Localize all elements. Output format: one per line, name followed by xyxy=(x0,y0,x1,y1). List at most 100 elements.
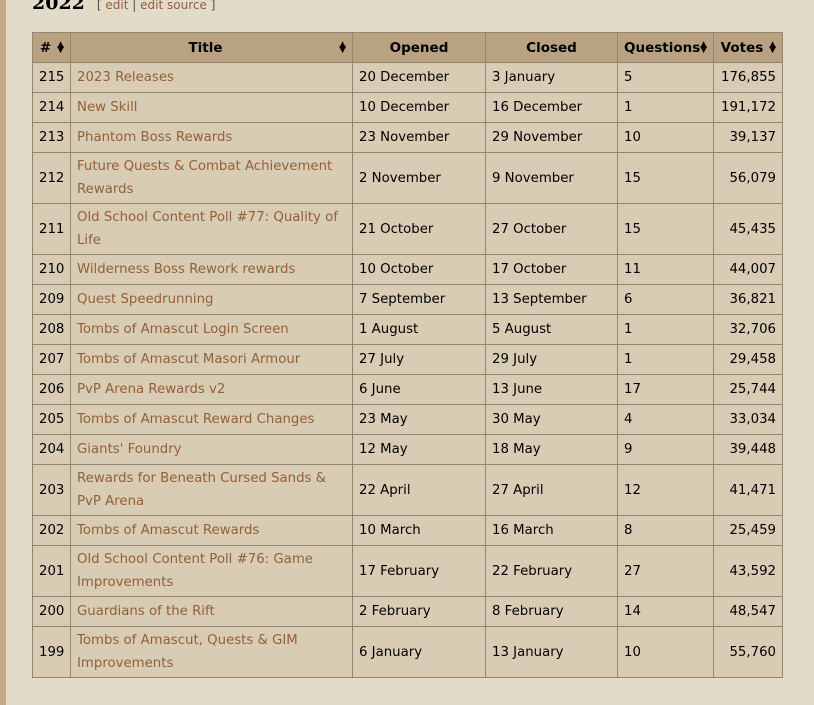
poll-opened-cell: 27 July xyxy=(352,344,486,375)
table-row: 207 Tombs of Amascut Masori Armour 27 July… xyxy=(32,344,783,375)
column-header-closed: Closed xyxy=(485,32,618,63)
poll-votes-cell: 43,592 xyxy=(713,545,783,597)
poll-number-cell: 201 xyxy=(32,545,71,597)
poll-votes-cell: 32,706 xyxy=(713,314,783,345)
poll-title-cell: PvP Arena Rewards v2 xyxy=(70,374,353,405)
poll-title-cell: Guardians of the Rift xyxy=(70,596,353,627)
poll-number-cell: 203 xyxy=(32,464,71,516)
poll-questions-cell: 14 xyxy=(617,596,714,627)
table-row: 205 Tombs of Amascut Reward Changes 23 May… xyxy=(32,404,783,435)
poll-votes-cell: 39,137 xyxy=(713,122,783,153)
poll-questions-cell: 17 xyxy=(617,374,714,405)
poll-number-cell: 212 xyxy=(32,152,71,204)
poll-title-cell: Phantom Boss Rewards xyxy=(70,122,353,153)
poll-votes-cell: 25,459 xyxy=(713,515,783,546)
column-header-votes[interactable]: Votes ▲ ▼ xyxy=(713,32,783,63)
poll-votes-cell: 56,079 xyxy=(713,152,783,204)
poll-title-link[interactable]: Phantom Boss Rewards xyxy=(77,130,232,145)
table-row: 199 Tombs of Amascut, Quests & GIM Improv… xyxy=(32,626,783,678)
poll-opened-cell: 7 September xyxy=(352,284,486,315)
poll-closed-cell: 27 October xyxy=(485,203,618,255)
poll-title-link[interactable]: Tombs of Amascut, Quests & GIM Improveme… xyxy=(77,633,298,671)
poll-number-cell: 211 xyxy=(32,203,71,255)
column-header-opened: Opened xyxy=(352,32,486,63)
poll-number-cell: 214 xyxy=(32,92,71,123)
poll-questions-cell: 11 xyxy=(617,254,714,285)
poll-title-link[interactable]: Old School Content Poll #77: Quality of … xyxy=(77,210,338,248)
poll-opened-cell: 22 April xyxy=(352,464,486,516)
section-title: 2022 xyxy=(32,0,85,14)
edit-source-link[interactable]: edit source xyxy=(140,0,207,12)
poll-title-cell: Old School Content Poll #77: Quality of … xyxy=(70,203,353,255)
poll-title-link[interactable]: Tombs of Amascut Login Screen xyxy=(77,322,289,337)
poll-questions-cell: 1 xyxy=(617,314,714,345)
poll-votes-cell: 29,458 xyxy=(713,344,783,375)
poll-title-cell: Tombs of Amascut Reward Changes xyxy=(70,404,353,435)
poll-questions-cell: 12 xyxy=(617,464,714,516)
poll-title-cell: Tombs of Amascut Login Screen xyxy=(70,314,353,345)
poll-title-link[interactable]: Future Quests & Combat Achievement Rewar… xyxy=(77,159,332,197)
page-content: 2022 [ edit | edit source ] # ▲ ▼ Title … xyxy=(6,0,814,705)
column-header-title[interactable]: Title ▲ ▼ xyxy=(70,32,353,63)
poll-number-cell: 208 xyxy=(32,314,71,345)
poll-closed-cell: 18 May xyxy=(485,434,618,465)
column-header-number[interactable]: # ▲ ▼ xyxy=(32,32,71,63)
poll-votes-cell: 41,471 xyxy=(713,464,783,516)
poll-closed-cell: 13 September xyxy=(485,284,618,315)
poll-opened-cell: 20 December xyxy=(352,62,486,93)
poll-closed-cell: 3 January xyxy=(485,62,618,93)
sort-arrows-icon[interactable]: ▲ ▼ xyxy=(339,40,346,54)
poll-title-link[interactable]: Tombs of Amascut Masori Armour xyxy=(77,352,300,367)
poll-questions-cell: 8 xyxy=(617,515,714,546)
poll-title-link[interactable]: PvP Arena Rewards v2 xyxy=(77,382,225,397)
poll-questions-cell: 4 xyxy=(617,404,714,435)
poll-votes-cell: 36,821 xyxy=(713,284,783,315)
poll-closed-cell: 27 April xyxy=(485,464,618,516)
column-header-questions[interactable]: Questions ▲ ▼ xyxy=(617,32,714,63)
poll-opened-cell: 12 May xyxy=(352,434,486,465)
poll-title-link[interactable]: Tombs of Amascut Rewards xyxy=(77,523,259,538)
poll-votes-cell: 25,744 xyxy=(713,374,783,405)
sort-arrows-icon[interactable]: ▲ ▼ xyxy=(769,40,776,54)
poll-title-link[interactable]: Tombs of Amascut Reward Changes xyxy=(77,412,314,427)
poll-opened-cell: 10 March xyxy=(352,515,486,546)
table-row: 208 Tombs of Amascut Login Screen 1 August… xyxy=(32,314,783,345)
poll-closed-cell: 13 January xyxy=(485,626,618,678)
table-row: 204 Giants' Foundry 12 May 18 May 9 39,448 xyxy=(32,434,783,465)
poll-questions-cell: 5 xyxy=(617,62,714,93)
poll-votes-cell: 39,448 xyxy=(713,434,783,465)
poll-votes-cell: 45,435 xyxy=(713,203,783,255)
poll-title-link[interactable]: Wilderness Boss Rework rewards xyxy=(77,262,295,277)
table-row: 211 Old School Content Poll #77: Quality … xyxy=(32,203,783,255)
table-row: 201 Old School Content Poll #76: Game Imp… xyxy=(32,545,783,597)
sort-arrows-icon[interactable]: ▲ ▼ xyxy=(57,40,64,54)
edit-link[interactable]: edit xyxy=(105,0,128,12)
poll-closed-cell: 22 February xyxy=(485,545,618,597)
poll-closed-cell: 5 August xyxy=(485,314,618,345)
poll-title-cell: Rewards for Beneath Cursed Sands & PvP A… xyxy=(70,464,353,516)
poll-title-link[interactable]: New Skill xyxy=(77,100,137,115)
poll-number-cell: 200 xyxy=(32,596,71,627)
poll-opened-cell: 2 February xyxy=(352,596,486,627)
poll-votes-cell: 176,855 xyxy=(713,62,783,93)
poll-opened-cell: 6 June xyxy=(352,374,486,405)
poll-opened-cell: 23 November xyxy=(352,122,486,153)
poll-votes-cell: 44,007 xyxy=(713,254,783,285)
poll-title-link[interactable]: 2023 Releases xyxy=(77,70,174,85)
poll-title-link[interactable]: Rewards for Beneath Cursed Sands & PvP A… xyxy=(77,471,326,509)
poll-title-cell: Tombs of Amascut Masori Armour xyxy=(70,344,353,375)
poll-closed-cell: 29 July xyxy=(485,344,618,375)
table-row: 203 Rewards for Beneath Cursed Sands & Pv… xyxy=(32,464,783,516)
poll-title-link[interactable]: Quest Speedrunning xyxy=(77,292,213,307)
poll-title-link[interactable]: Guardians of the Rift xyxy=(77,604,215,619)
poll-opened-cell: 23 May xyxy=(352,404,486,435)
section-heading: 2022 [ edit | edit source ] xyxy=(32,0,215,14)
poll-opened-cell: 17 February xyxy=(352,545,486,597)
poll-title-link[interactable]: Old School Content Poll #76: Game Improv… xyxy=(77,552,313,590)
sort-arrows-icon[interactable]: ▲ ▼ xyxy=(700,40,707,54)
poll-title-link[interactable]: Giants' Foundry xyxy=(77,442,182,457)
poll-opened-cell: 10 October xyxy=(352,254,486,285)
poll-opened-cell: 2 November xyxy=(352,152,486,204)
poll-questions-cell: 1 xyxy=(617,344,714,375)
poll-closed-cell: 8 February xyxy=(485,596,618,627)
